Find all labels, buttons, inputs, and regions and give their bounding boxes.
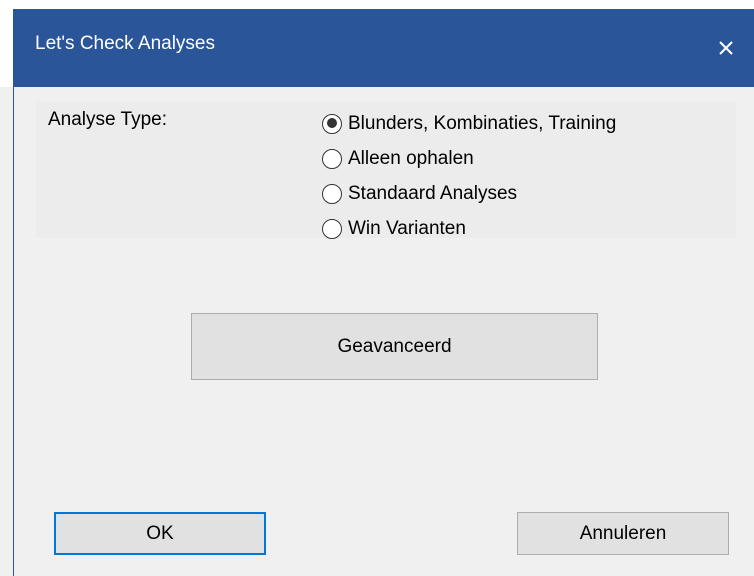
- analyse-type-label: Analyse Type:: [48, 109, 168, 130]
- advanced-button[interactable]: Geavanceerd: [191, 313, 598, 380]
- radio-label[interactable]: Win Varianten: [348, 218, 466, 240]
- radio-button[interactable]: [322, 183, 342, 204]
- radio-blunders[interactable]: Blunders, Kombinaties, Training: [322, 106, 616, 141]
- title-bar-inner[interactable]: Let's Check Analyses: [13, 9, 754, 87]
- close-icon: [719, 41, 733, 55]
- title-bar[interactable]: Let's Check Analyses: [0, 0, 754, 87]
- radio-button[interactable]: [322, 218, 342, 239]
- radio-label[interactable]: Standaard Analyses: [348, 183, 517, 205]
- radio-label[interactable]: Blunders, Kombinaties, Training: [348, 113, 616, 135]
- ok-button[interactable]: OK: [54, 512, 266, 555]
- radio-button-checked[interactable]: [322, 113, 342, 134]
- analyse-type-radio-group: Blunders, Kombinaties, Training Alleen o…: [322, 106, 616, 246]
- dialog-client-area: Analyse Type: Blunders, Kombinaties, Tra…: [13, 87, 754, 576]
- radio-standaard-analyses[interactable]: Standaard Analyses: [322, 176, 616, 211]
- radio-win-varianten[interactable]: Win Varianten: [322, 211, 616, 246]
- close-button[interactable]: [698, 9, 754, 87]
- window-title: Let's Check Analyses: [35, 33, 215, 54]
- radio-alleen-ophalen[interactable]: Alleen ophalen: [322, 141, 616, 176]
- cancel-button[interactable]: Annuleren: [517, 512, 729, 555]
- radio-button[interactable]: [322, 148, 342, 169]
- radio-label[interactable]: Alleen ophalen: [348, 148, 474, 170]
- dialog-window: Let's Check Analyses Analyse Type: Blund…: [0, 0, 754, 576]
